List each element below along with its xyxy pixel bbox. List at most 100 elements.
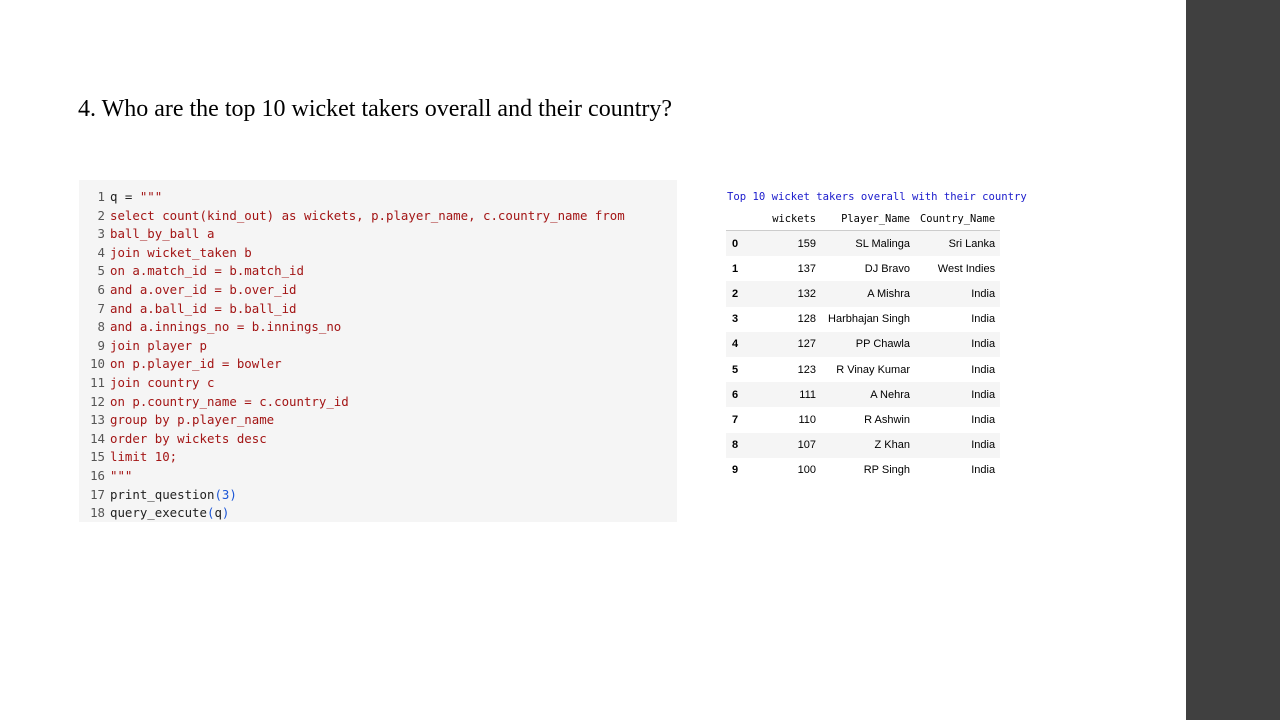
code-token: q = — [110, 189, 140, 204]
column-header-index — [726, 207, 765, 231]
table-row: 7 110 R Ashwin India — [726, 407, 1000, 432]
code-cell[interactable]: 1 q = """ 2 select count(kind_out) as wicke… — [79, 180, 677, 522]
table-row: 4 127 PP Chawla India — [726, 331, 1001, 357]
code-line: 17 print_question(3) — [79, 486, 677, 505]
line-number: 18 — [90, 505, 105, 521]
side-bar — [1186, 0, 1280, 720]
code-line: 6 and a.over_id = b.over_id — [79, 281, 677, 300]
column-header-wickets: wickets — [765, 207, 821, 231]
line-number: 14 — [90, 430, 105, 446]
code-line: 3 ball_by_ball a — [79, 225, 677, 244]
line-number: 10 — [90, 356, 105, 372]
code-line: 7 and a.ball_id = b.ball_id — [79, 300, 677, 319]
code-token: and a.innings_no = b.innings_no — [110, 319, 342, 335]
code-line: 2 select count(kind_out) as wickets, p.pl… — [79, 207, 677, 226]
line-number: 15 — [90, 449, 105, 465]
player-name-cell: R Ashwin — [864, 413, 910, 426]
code-token: and a.over_id = b.over_id — [110, 281, 297, 297]
code-token: join wicket_taken b — [110, 244, 252, 260]
table-row: 0 159 SL Malinga Sri Lanka — [726, 230, 1001, 257]
line-number: 6 — [97, 281, 105, 297]
player-name-cell: PP Chawla — [821, 331, 915, 357]
code-token: (3) — [214, 486, 237, 502]
wickets-cell: 127 — [765, 331, 821, 357]
wickets-cell: 128 — [797, 313, 816, 326]
line-number: 13 — [90, 412, 105, 428]
line-number: 1 — [97, 189, 105, 204]
code-token: order by wickets desc — [110, 430, 267, 446]
code-token: q — [214, 505, 222, 521]
country-name-cell: India — [915, 281, 1001, 307]
code-line: 15 limit 10; — [79, 448, 677, 467]
table-row: 3 128 Harbhajan Singh India — [726, 307, 1000, 332]
slide-title: 4. Who are the top 10 wicket takers over… — [78, 96, 673, 122]
result-table-body: 0 159 SL Malinga Sri Lanka 1 137 DJ Bravo West … — [726, 230, 1001, 483]
row-index: 6 — [726, 382, 765, 408]
code-token: and a.ball_id = b.ball_id — [110, 300, 297, 316]
code-line: 18 query_execute(q) — [79, 504, 677, 523]
code-token: on a.match_id = b.match_id — [110, 263, 304, 279]
row-index: 3 — [732, 313, 739, 326]
line-number: 5 — [97, 263, 105, 279]
code-token: join player p — [110, 337, 207, 353]
row-index: 4 — [726, 331, 765, 357]
country-name-cell: India — [915, 382, 1001, 408]
line-number: 3 — [97, 226, 105, 242]
table-row: 6 111 A Nehra India — [726, 382, 1001, 408]
player-name-cell: R Vinay Kumar — [836, 363, 910, 376]
line-number: 12 — [90, 393, 105, 409]
result-table: wickets Player_Name Country_Name 0 159 SL … — [726, 207, 1001, 483]
player-name-cell: A Mishra — [821, 281, 915, 307]
wickets-cell: 107 — [765, 432, 821, 458]
wickets-cell: 100 — [797, 464, 816, 477]
code-token: ) — [221, 505, 230, 521]
table-row: 2 132 A Mishra India — [726, 281, 1001, 307]
slide: 4. Who are the top 10 wicket takers over… — [0, 0, 1186, 720]
code-line: 1 q = """ — [79, 188, 677, 207]
wickets-cell: 110 — [798, 413, 816, 426]
column-header-player-name: Player_Name — [821, 207, 915, 231]
player-name-cell: RP Singh — [863, 464, 910, 477]
code-token: limit 10; — [110, 449, 178, 465]
country-name-cell: India — [971, 363, 996, 376]
line-number: 2 — [97, 207, 105, 223]
table-header-row: wickets Player_Name Country_Name — [726, 207, 1001, 231]
country-name-cell: India — [915, 331, 1001, 357]
row-index: 1 — [732, 262, 739, 275]
country-name-cell: Sri Lanka — [915, 230, 1001, 257]
row-index: 5 — [732, 363, 739, 376]
country-name-cell: West Indies — [937, 262, 996, 275]
line-number: 11 — [90, 374, 105, 390]
code-lines: 1 q = """ 2 select count(kind_out) as wicke… — [79, 188, 677, 523]
player-name-cell: SL Malinga — [821, 230, 915, 257]
table-row: 1 137 DJ Bravo West Indies — [726, 256, 1000, 281]
player-name-cell: Harbhajan Singh — [828, 313, 910, 326]
code-line: 11 join country c — [79, 374, 677, 393]
wickets-cell: 137 — [797, 262, 816, 275]
code-line: 5 on a.match_id = b.match_id — [79, 262, 677, 281]
line-number: 8 — [97, 319, 105, 335]
code-line: 8 and a.innings_no = b.innings_no — [79, 318, 677, 337]
table-row: 8 107 Z Khan India — [726, 432, 1001, 458]
code-line: 10 on p.player_id = bowler — [79, 355, 677, 374]
row-index: 9 — [732, 464, 739, 477]
country-name-cell: India — [971, 313, 996, 326]
code-token: """ — [110, 467, 133, 483]
result-title: Top 10 wicket takers overall with their … — [727, 191, 1027, 203]
country-name-cell: India — [971, 464, 996, 477]
country-name-cell: India — [971, 413, 996, 426]
code-line: 14 order by wickets desc — [79, 430, 677, 449]
wickets-cell: 123 — [797, 363, 816, 376]
wickets-cell: 132 — [765, 281, 821, 307]
code-line: 9 join player p — [79, 337, 677, 356]
wickets-cell: 159 — [765, 230, 821, 257]
line-number: 4 — [97, 244, 105, 260]
row-index: 0 — [726, 230, 765, 257]
code-line: 4 join wicket_taken b — [79, 244, 677, 263]
code-token: on p.country_name = c.country_id — [110, 393, 349, 409]
code-token: ball_by_ball a — [110, 226, 215, 242]
column-header-country-name: Country_Name — [915, 207, 1001, 231]
code-token: select count(kind_out) as wickets, p.pla… — [110, 207, 625, 223]
code-line: 16 """ — [79, 467, 677, 486]
table-row: 9 100 RP Singh India — [726, 458, 1000, 483]
